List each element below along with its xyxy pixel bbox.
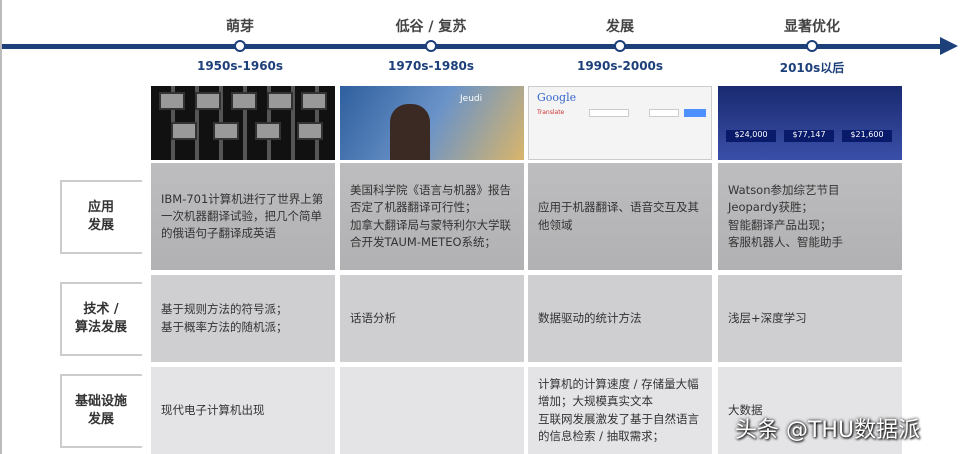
map-label: Jeudi — [460, 94, 483, 104]
phase-title: 发展 — [606, 19, 634, 35]
table-cell: 浅层+深度学习 — [718, 275, 902, 362]
table-cell: 现代电子计算机出现 — [151, 367, 335, 454]
score: $77,147 — [784, 130, 834, 142]
timeline-node — [234, 40, 246, 52]
table-cell: 话语分析 — [340, 275, 524, 362]
score: $24,000 — [726, 130, 776, 142]
ibm-701-photo — [151, 86, 335, 160]
jeopardy-watson-photo: $24,000 $77,147 $21,600 — [718, 86, 902, 160]
translate-label: Translate — [537, 109, 565, 116]
table-cell: IBM-701计算机进行了世界上第一次机器翻译试验，把几个简单的俄语句子翻译成英… — [151, 163, 335, 270]
row-label-application: 应用 发展 — [60, 180, 156, 254]
phase-title: 低谷 / 复苏 — [395, 19, 467, 35]
timeline-node — [806, 40, 818, 52]
table-cell: 基于规则方法的符号派； 基于概率方法的随机派； — [151, 275, 335, 362]
score: $21,600 — [842, 130, 892, 142]
timeline-node — [425, 40, 437, 52]
phase-date: 2010s以后 — [779, 61, 845, 75]
timeline-axis — [2, 44, 942, 49]
row-label-technology: 技术 / 算法发展 — [60, 282, 156, 356]
timeline-arrow-icon — [940, 37, 958, 55]
phase-date: 1990s-2000s — [576, 59, 664, 73]
phase-title: 显著优化 — [784, 19, 840, 35]
timeline-node — [614, 40, 626, 52]
watermark: 头条 @THU数据派 — [735, 418, 921, 443]
left-border — [0, 0, 2, 454]
phase-date: 1970s-1980s — [387, 59, 475, 73]
table-cell: 数据驱动的统计方法 — [528, 275, 712, 362]
table-cell: 美国科学院《语言与机器》报告否定了机器翻译可行性； 加拿大翻译局与蒙特利尔大学联… — [340, 163, 524, 270]
table-cell — [340, 367, 524, 454]
row-label-infrastructure: 基础设施 发展 — [60, 374, 156, 448]
table-cell: 计算机的计算速度 / 存储量大幅增加；大规模真实文本 互联网发展激发了基于自然语… — [528, 367, 712, 454]
weather-forecast-photo: Jeudi — [340, 86, 524, 160]
phase-date: 1950s-1960s — [196, 59, 284, 73]
phase-title: 萌芽 — [226, 19, 254, 35]
google-translate-screenshot: Google Translate — [528, 86, 712, 160]
google-logo: Google — [537, 91, 577, 104]
table-cell: 应用于机器翻译、语音交互及其他领域 — [528, 163, 712, 270]
table-cell: Watson参加综艺节目 Jeopardy获胜； 智能翻译产品出现； 客服机器人… — [718, 163, 902, 270]
